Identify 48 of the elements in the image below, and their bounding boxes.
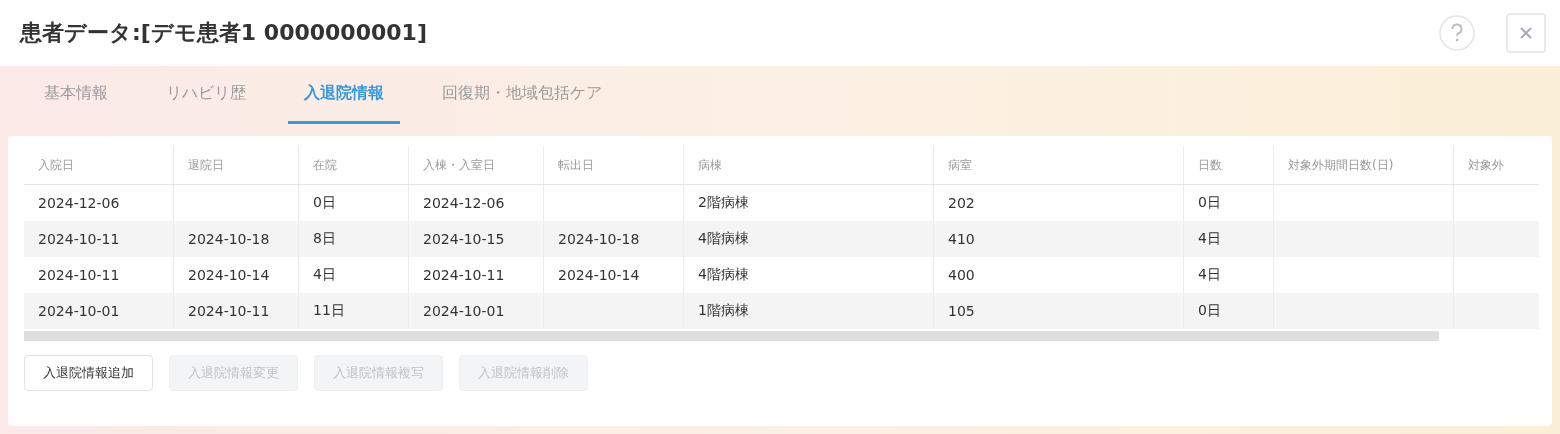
table-cell: 2024-10-15 — [423, 231, 505, 247]
action-button[interactable]: 入退院情報追加 — [24, 355, 153, 391]
column-header: 転出日 — [544, 146, 684, 184]
table-cell: 105 — [948, 303, 975, 319]
tab[interactable]: 回復期・地域包括ケア — [426, 66, 618, 124]
table-cell: 4階病棟 — [698, 230, 749, 248]
help-icon[interactable] — [1438, 14, 1476, 52]
column-header: 対象外期間日数(日) — [1274, 146, 1454, 184]
column-header: 入棟・入室日 — [409, 146, 544, 184]
close-icon[interactable] — [1506, 13, 1546, 53]
table-cell: 1階病棟 — [698, 302, 749, 320]
table-cell: 202 — [948, 195, 975, 211]
tab[interactable]: リハビリ歴 — [150, 66, 262, 124]
table-cell: 0日 — [1198, 302, 1221, 320]
table-cell: 2024-10-11 — [38, 267, 120, 283]
table-cell: 2024-12-06 — [423, 195, 505, 211]
scrollbar-thumb[interactable] — [24, 331, 1439, 341]
tab[interactable]: 入退院情報 — [288, 66, 400, 124]
column-header: 在院 — [299, 146, 409, 184]
tab[interactable]: 基本情報 — [28, 66, 124, 124]
table-cell: 0日 — [1198, 194, 1221, 212]
table-cell: 2024-10-01 — [38, 303, 120, 319]
window-title: 患者データ:[デモ患者1 0000000001] — [20, 19, 427, 47]
table-cell: 4日 — [313, 266, 336, 284]
table-cell: 2024-12-06 — [38, 195, 120, 211]
table-cell: 11日 — [313, 302, 345, 320]
table-cell: 2024-10-14 — [558, 267, 640, 283]
table-cell: 2024-10-11 — [423, 267, 505, 283]
column-header: 入院日 — [24, 146, 174, 184]
table-cell: 400 — [948, 267, 975, 283]
table-cell: 2024-10-14 — [188, 267, 270, 283]
table-cell: 4日 — [1198, 266, 1221, 284]
table-cell: 2024-10-11 — [188, 303, 270, 319]
table-cell: 2024-10-01 — [423, 303, 505, 319]
column-header: 対象外 — [1454, 146, 1539, 184]
table-cell: 2024-10-18 — [188, 231, 270, 247]
column-header: 病棟 — [684, 146, 934, 184]
table-cell: 4日 — [1198, 230, 1221, 248]
table-cell: 410 — [948, 231, 975, 247]
table-cell: 8日 — [313, 230, 336, 248]
table-cell: 2024-10-11 — [38, 231, 120, 247]
table-cell: 2024-10-18 — [558, 231, 640, 247]
table-cell: 2階病棟 — [698, 194, 749, 212]
column-header: 病室 — [934, 146, 1184, 184]
column-header: 日数 — [1184, 146, 1274, 184]
table-cell: 4階病棟 — [698, 266, 749, 284]
column-header: 退院日 — [174, 146, 299, 184]
table-cell: 0日 — [313, 194, 336, 212]
